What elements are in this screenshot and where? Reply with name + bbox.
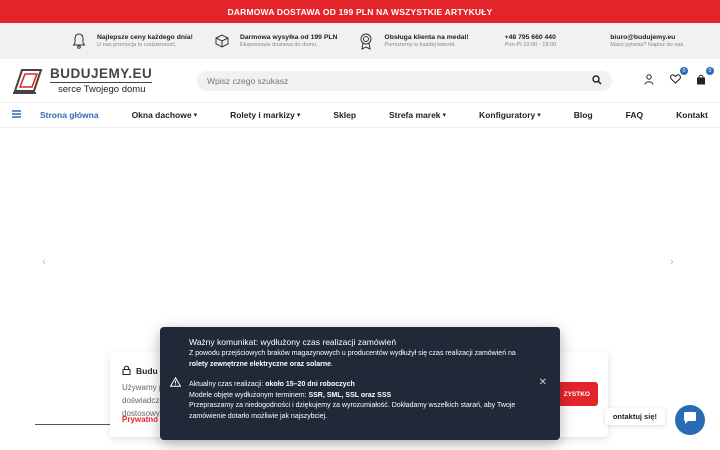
info-sub: Pomożemy w każdej kwestii. xyxy=(384,42,456,48)
chevron-down-icon: ▾ xyxy=(442,112,447,119)
nav-label: Blog xyxy=(573,110,593,120)
wishlist-heart-icon[interactable]: 0 xyxy=(668,67,688,86)
nav-label: Strefa marek xyxy=(389,110,441,120)
info-email[interactable]: biuro@budujemy.eu Masz pytania? Napisz do… xyxy=(610,34,683,48)
phone-number[interactable]: +48 795 660 440 xyxy=(505,34,557,41)
cart-count-badge: 0 xyxy=(706,67,714,75)
notice-title: Ważny komunikat: wydłużony czas realizac… xyxy=(189,337,397,347)
notice-text: Modele objęte wydłużonym terminem: xyxy=(189,391,309,399)
wishlist-count-badge: 0 xyxy=(680,67,688,75)
cookie-title: Budu xyxy=(122,365,158,377)
site-logo[interactable]: BUDUJEMY.EU serce Twojego domu xyxy=(12,65,182,97)
slider-next-chevron-icon[interactable]: › xyxy=(670,256,674,268)
info-sub: Ekspresowa dostawa do domu. xyxy=(239,42,318,48)
nav-label: Kontakt xyxy=(676,110,708,120)
cookie-title-text: Budu xyxy=(136,366,158,376)
cart-bag-icon[interactable]: 0 xyxy=(694,67,714,86)
info-sub: U nas promocja to codzienność. xyxy=(97,42,177,48)
notice-emphasis: SSR, SML, SSL oraz SSS xyxy=(308,391,392,399)
chevron-down-icon: ▾ xyxy=(193,112,198,119)
promo-text: DARMOWA DOSTAWA OD 199 PLN NA WSZYSTKIE … xyxy=(227,6,493,17)
info-bar: Najlepsze ceny każdego dnia! U nas promoc… xyxy=(0,23,720,59)
info-title: Obsługa klienta na medal! xyxy=(384,34,469,41)
bell-icon xyxy=(70,32,88,50)
info-sub: Masz pytania? Napisz do nas xyxy=(610,42,684,48)
nav-item-configurators[interactable]: Konfiguratory ▾ xyxy=(479,110,541,120)
nav-item-home[interactable]: Strona główna xyxy=(40,110,99,120)
chevron-down-icon: ▾ xyxy=(537,112,541,119)
nav-label: Rolety i markizy xyxy=(230,110,295,120)
notice-models-line: Modele objęte wydłużonym terminem: SSR, … xyxy=(189,391,529,402)
info-sub: Pon-Pt 10:00 - 18:00 xyxy=(504,42,557,48)
cookie-line: Używamy p xyxy=(122,383,164,392)
info-best-prices: Najlepsze ceny każdego dnia! U nas promoc… xyxy=(70,32,193,50)
search-input[interactable] xyxy=(207,76,557,86)
notice-time-line: Aktualny czas realizacji: około 15–20 dn… xyxy=(189,380,529,391)
notice-text: Aktualny czas realizacji: xyxy=(189,381,266,388)
privacy-link[interactable]: Prywatno xyxy=(122,415,158,424)
nav-item-contact[interactable]: Kontakt xyxy=(676,110,708,120)
chat-bubble-icon xyxy=(683,411,697,430)
nav-item-brands[interactable]: Strefa marek ▾ xyxy=(389,110,446,120)
notice-emphasis: około 15–20 dni roboczych xyxy=(265,381,355,388)
medal-icon xyxy=(357,32,375,50)
user-icon[interactable] xyxy=(642,72,656,86)
info-customer-service: Obsługa klienta na medal! Pomożemy w każd… xyxy=(357,32,469,50)
nav-label: FAQ xyxy=(625,110,644,120)
notice-text: . xyxy=(331,360,333,368)
slider-prev-chevron-icon[interactable]: ‹ xyxy=(42,256,46,268)
nav-label: Okna dachowe xyxy=(131,110,192,120)
hamburger-menu-icon[interactable] xyxy=(12,110,22,120)
chat-button[interactable] xyxy=(675,405,705,435)
search-bar xyxy=(197,71,612,91)
close-icon[interactable]: ✕ xyxy=(539,377,547,389)
notice-emphasis: rolety zewnętrzne elektryczne oraz solar… xyxy=(189,360,331,368)
lock-icon xyxy=(122,365,131,377)
info-title: Najlepsze ceny każdego dnia! xyxy=(97,34,193,41)
nav-item-faq[interactable]: FAQ xyxy=(626,110,643,120)
logo-window-icon xyxy=(12,65,44,97)
header: BUDUJEMY.EU serce Twojego domu 0 0 xyxy=(0,59,720,102)
nav-item-shop[interactable]: Sklep xyxy=(333,110,356,120)
logo-brand: BUDUJEMY.EU xyxy=(50,66,153,83)
promo-bar: DARMOWA DOSTAWA OD 199 PLN NA WSZYSTKIE … xyxy=(0,0,720,23)
nav-label: Strona główna xyxy=(40,110,99,120)
chevron-down-icon: ▾ xyxy=(296,112,301,119)
main-nav: Strona główna Okna dachowe ▾ Rolety i mar… xyxy=(0,102,720,128)
nav-label: Konfiguratory xyxy=(479,110,536,120)
warning-icon xyxy=(169,376,182,392)
package-icon xyxy=(213,32,231,50)
notice-details: Aktualny czas realizacji: około 15–20 dn… xyxy=(189,380,529,422)
info-phone[interactable]: +48 795 660 440 Pon-Pt 10:00 - 18:00 xyxy=(505,34,557,48)
info-free-shipping: Darmowa wysyłka od 199 PLN Ekspresowa dos… xyxy=(213,32,337,50)
info-title: Darmowa wysyłka od 199 PLN xyxy=(239,34,338,41)
nav-item-blinds[interactable]: Rolety i markizy ▾ xyxy=(230,110,300,120)
notice-apology: Przepraszamy za niedogodności i dziękuje… xyxy=(189,402,516,420)
nav-item-blog[interactable]: Blog xyxy=(574,110,593,120)
nav-item-roof-windows[interactable]: Okna dachowe ▾ xyxy=(132,110,198,120)
header-icons: 0 0 xyxy=(642,67,714,86)
contact-bubble[interactable]: ontaktuj się! xyxy=(604,408,665,425)
cookie-line: doświadcze xyxy=(122,396,164,405)
notice-text: Z powodu przejściowych braków magazynowy… xyxy=(189,350,516,357)
email-address[interactable]: biuro@budujemy.eu xyxy=(610,34,683,41)
logo-tagline: serce Twojego domu xyxy=(58,83,146,95)
search-icon[interactable] xyxy=(592,72,602,90)
nav-label: Sklep xyxy=(333,110,357,120)
notice-paragraph: Z powodu przejściowych braków magazynowy… xyxy=(189,349,529,370)
order-delay-notice: Ważny komunikat: wydłużony czas realizac… xyxy=(160,327,560,440)
